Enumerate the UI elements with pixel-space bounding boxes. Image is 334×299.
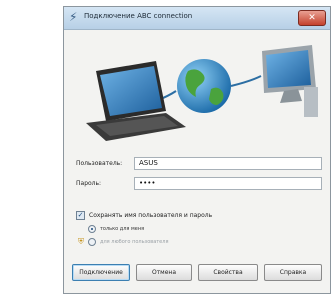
properties-button[interactable]: Свойства bbox=[198, 264, 258, 281]
title-bar[interactable]: ⚡ Подключение ABC connection ✕ bbox=[64, 7, 330, 30]
close-button[interactable]: ✕ bbox=[298, 10, 326, 26]
window-title: Подключение ABC connection bbox=[84, 12, 193, 20]
close-icon: ✕ bbox=[308, 13, 316, 23]
save-credentials-checkbox[interactable]: ✓ bbox=[76, 211, 85, 220]
laptop-icon bbox=[86, 61, 186, 141]
radio-only-me-label: только для меня bbox=[100, 226, 145, 232]
save-credentials-label: Сохранять имя пользователя и пароль bbox=[89, 212, 213, 219]
globe-icon bbox=[177, 59, 231, 113]
help-button[interactable]: Справка bbox=[264, 264, 322, 281]
network-illustration bbox=[86, 45, 318, 141]
connect-dialog: ⚡ Подключение ABC connection ✕ Пользоват… bbox=[63, 6, 331, 294]
password-label: Пароль: bbox=[76, 180, 102, 187]
shield-icon: ⛨ bbox=[78, 237, 84, 246]
desktop-monitor-icon bbox=[262, 45, 318, 117]
radio-any-user-label: для любого пользователя bbox=[100, 239, 169, 245]
connect-button[interactable]: Подключение bbox=[72, 264, 130, 281]
radio-only-me[interactable] bbox=[88, 225, 96, 233]
password-field[interactable]: •••• bbox=[134, 177, 322, 190]
username-field[interactable]: ASUS bbox=[134, 157, 322, 170]
cancel-button[interactable]: Отмена bbox=[136, 264, 192, 281]
username-label: Пользователь: bbox=[76, 160, 123, 167]
network-connection-icon: ⚡ bbox=[69, 10, 78, 24]
radio-any-user[interactable] bbox=[88, 238, 96, 246]
